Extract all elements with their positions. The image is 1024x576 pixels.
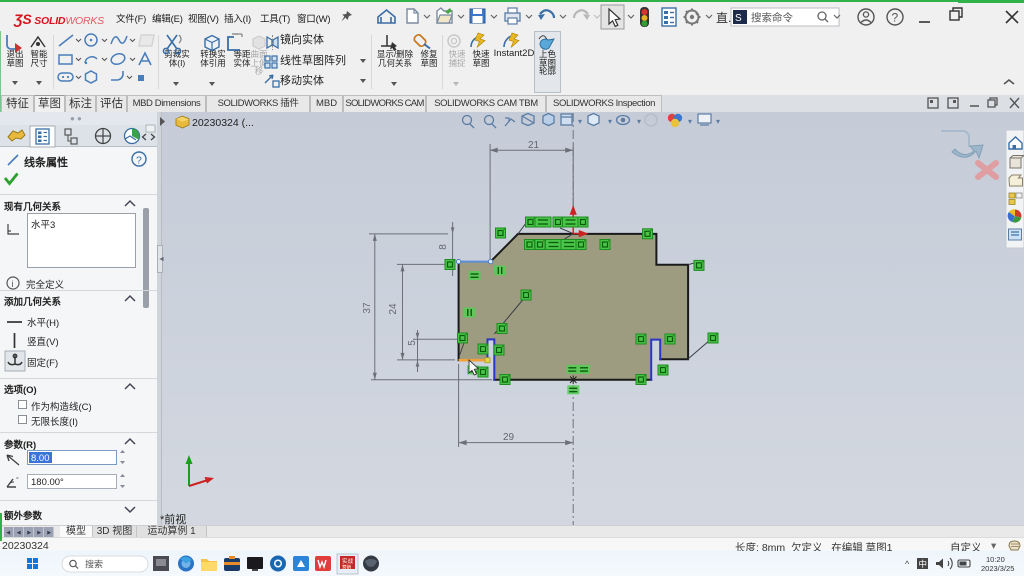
svg-text:^: ^ bbox=[905, 559, 910, 569]
svg-text:营销: 营销 bbox=[342, 564, 351, 571]
svg-text:◄: ◄ bbox=[5, 530, 11, 537]
svg-text:►: ► bbox=[26, 530, 32, 537]
svg-text:29: 29 bbox=[503, 432, 515, 443]
svg-text:8: 8 bbox=[438, 244, 449, 250]
svg-text:▾: ▾ bbox=[688, 117, 692, 126]
svg-text:21: 21 bbox=[528, 140, 540, 151]
svg-text:▾: ▾ bbox=[637, 117, 641, 126]
svg-text:?: ? bbox=[136, 155, 142, 167]
svg-text:▾: ▾ bbox=[716, 117, 720, 126]
svg-text:中: 中 bbox=[919, 559, 928, 569]
svg-text:2023/3/25: 2023/3/25 bbox=[981, 564, 1014, 573]
svg-text:10:20: 10:20 bbox=[986, 555, 1005, 564]
svg-text:5: 5 bbox=[407, 340, 418, 346]
svg-text:►: ► bbox=[36, 530, 42, 537]
svg-text:►: ► bbox=[46, 530, 52, 537]
svg-text:24: 24 bbox=[388, 303, 399, 315]
svg-text:◄: ◄ bbox=[16, 530, 22, 537]
svg-text:i: i bbox=[12, 279, 14, 289]
svg-text:▾: ▾ bbox=[578, 117, 582, 126]
svg-text:搜索: 搜索 bbox=[85, 559, 103, 570]
svg-text:▾: ▾ bbox=[608, 117, 612, 126]
svg-text:°: ° bbox=[16, 476, 19, 484]
svg-text:20230324 (...: 20230324 (... bbox=[192, 117, 254, 129]
svg-text:*前视: *前视 bbox=[160, 512, 186, 526]
svg-text:37: 37 bbox=[362, 302, 373, 314]
